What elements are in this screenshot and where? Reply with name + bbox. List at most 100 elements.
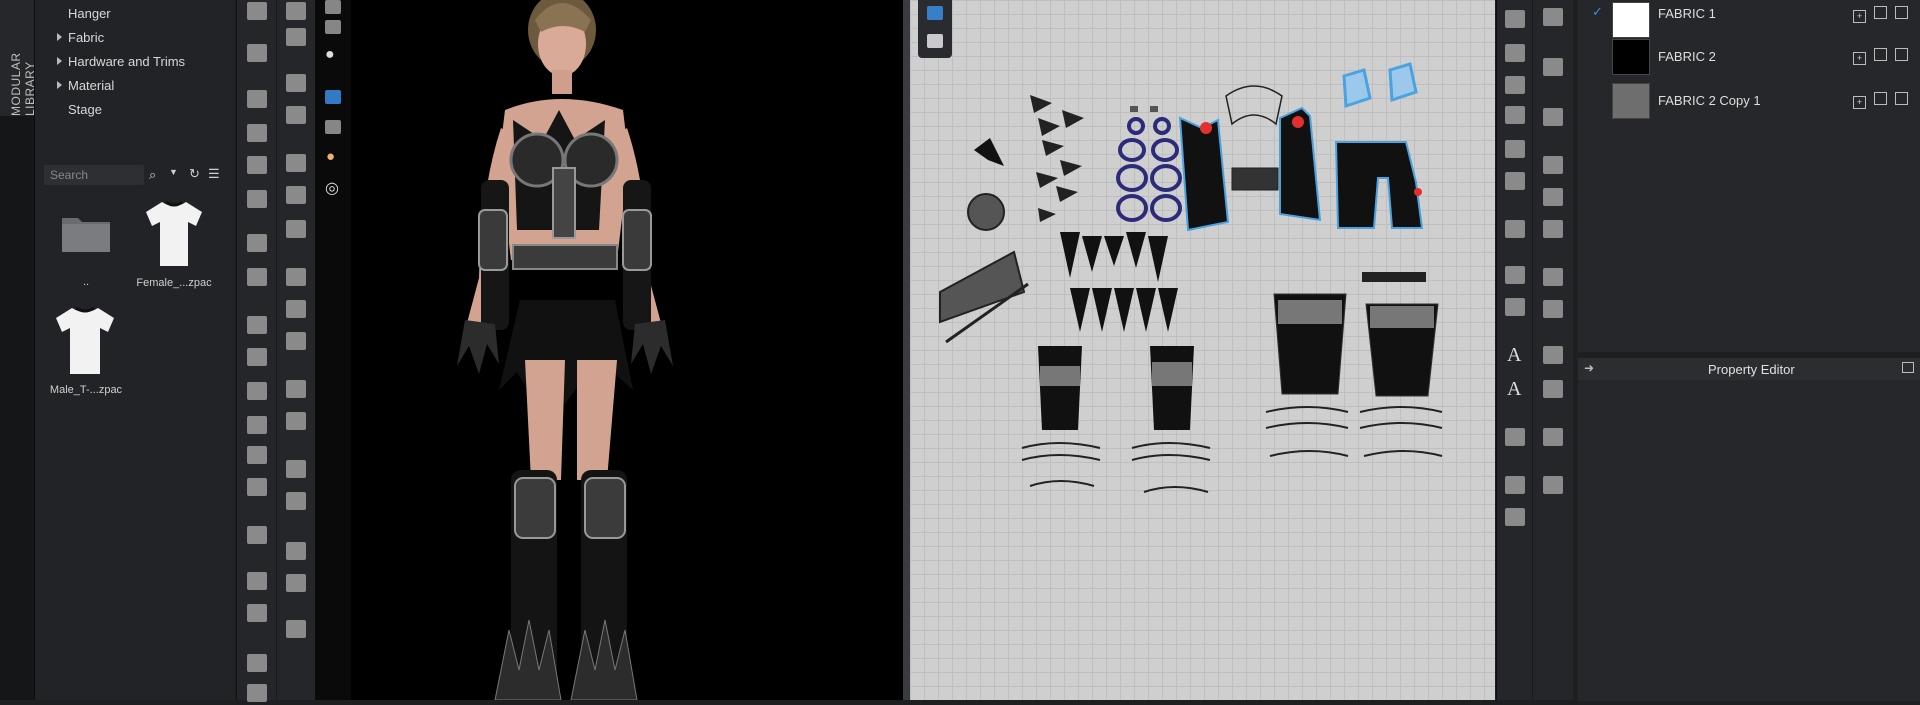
tool-icon[interactable] [286, 220, 306, 238]
tool-icon[interactable] [1505, 266, 1525, 284]
tool-icon[interactable] [286, 28, 306, 46]
tool-icon[interactable] [247, 416, 267, 434]
tool-icon[interactable] [247, 156, 267, 174]
expand-arrow-icon[interactable] [57, 57, 62, 65]
tshirt-thumbnail-female[interactable] [144, 198, 204, 270]
tool-icon[interactable] [247, 90, 267, 108]
tool-icon[interactable] [1505, 428, 1525, 446]
tool-icon[interactable] [1543, 156, 1563, 174]
tool-icon[interactable] [325, 120, 341, 134]
garment-icon[interactable] [927, 34, 943, 48]
fabric-row[interactable]: ✓ FABRIC 1 + [1578, 0, 1920, 40]
tool-icon[interactable] [1505, 10, 1525, 28]
tool-icon[interactable] [286, 412, 306, 430]
fabric-row[interactable]: FABRIC 2 + [1578, 37, 1920, 77]
search-icon[interactable]: ⌕ [149, 167, 156, 183]
tshirt-thumbnail-male[interactable] [54, 304, 116, 378]
tree-item-hardware-and-trims[interactable]: Hardware and Trims [57, 54, 185, 69]
tool-icon[interactable] [1543, 300, 1563, 318]
tool-icon[interactable] [1505, 298, 1525, 316]
tool-icon[interactable] [1543, 476, 1563, 494]
viewport-3d[interactable] [315, 0, 903, 701]
undock-icon[interactable] [1902, 362, 1914, 373]
tool-icon[interactable] [286, 380, 306, 398]
assign-icon[interactable] [1874, 92, 1887, 105]
fabric-swatch[interactable] [1612, 2, 1650, 38]
tool-icon[interactable] [247, 2, 267, 20]
tool-icon[interactable] [286, 300, 306, 318]
tool-icon[interactable] [286, 332, 306, 350]
copy-icon[interactable] [1895, 6, 1908, 19]
tool-icon[interactable] [247, 478, 267, 496]
render-icon[interactable] [325, 90, 341, 104]
copy-icon[interactable] [1895, 48, 1908, 61]
tree-item-stage[interactable]: Stage [68, 102, 102, 117]
tool-icon[interactable] [286, 268, 306, 286]
tool-icon[interactable] [247, 44, 267, 62]
tool-icon[interactable] [286, 2, 306, 20]
assign-icon[interactable] [1874, 48, 1887, 61]
tool-icon[interactable] [247, 124, 267, 142]
tool-icon[interactable] [286, 542, 306, 560]
refresh-icon[interactable]: ↻ [189, 166, 200, 182]
text-tool-icon[interactable]: A [1507, 344, 1521, 367]
tool-icon[interactable] [1505, 508, 1525, 526]
tool-icon[interactable] [247, 190, 267, 208]
fabric-row[interactable]: FABRIC 2 Copy 1 + [1578, 81, 1920, 121]
expand-arrow-icon[interactable] [57, 33, 62, 41]
tool-icon[interactable] [247, 446, 267, 464]
tool-icon[interactable] [1505, 220, 1525, 238]
tool-icon[interactable] [286, 620, 306, 638]
arrow-right-icon[interactable]: ➜ [1584, 361, 1594, 375]
tool-icon[interactable] [325, 0, 341, 14]
check-icon[interactable]: ✓ [1592, 4, 1603, 20]
tool-icon[interactable] [286, 460, 306, 478]
tool-icon[interactable] [1543, 428, 1563, 446]
expand-arrow-icon[interactable] [57, 81, 62, 89]
tool-icon[interactable] [247, 604, 267, 622]
modular-library-tab[interactable]: MODULAR LIBRARY [0, 0, 37, 116]
globe-icon[interactable]: ◎ [325, 178, 339, 198]
tool-icon[interactable] [1543, 108, 1563, 126]
text-edit-tool-icon[interactable]: A [1507, 378, 1521, 401]
tool-icon[interactable] [286, 574, 306, 592]
folder-icon[interactable] [60, 212, 112, 254]
add-icon[interactable]: + [1853, 10, 1866, 23]
tool-icon[interactable] [1543, 380, 1563, 398]
tool-icon[interactable] [1543, 220, 1563, 238]
tool-icon[interactable] [1505, 172, 1525, 190]
tool-icon[interactable] [1543, 8, 1563, 26]
tool-icon[interactable] [247, 234, 267, 252]
dropdown-arrow-icon[interactable]: ▼ [169, 167, 178, 177]
list-view-icon[interactable]: ☰ [208, 166, 220, 182]
tool-icon[interactable] [1505, 76, 1525, 94]
tool-icon[interactable] [1543, 58, 1563, 76]
tool-icon[interactable] [247, 684, 267, 702]
assign-icon[interactable] [1874, 6, 1887, 19]
tool-icon[interactable] [247, 268, 267, 286]
tool-icon[interactable] [247, 654, 267, 672]
tool-icon[interactable] [247, 382, 267, 400]
tree-item-hanger[interactable]: Hanger [68, 6, 111, 21]
add-icon[interactable]: + [1853, 52, 1866, 65]
tool-icon[interactable] [1543, 346, 1563, 364]
add-icon[interactable]: + [1853, 96, 1866, 109]
tool-icon[interactable] [286, 106, 306, 124]
copy-icon[interactable] [1895, 92, 1908, 105]
viewport-divider[interactable] [903, 0, 910, 700]
tool-icon[interactable] [247, 526, 267, 544]
tool-icon[interactable] [325, 20, 341, 34]
library-search-input[interactable]: Search [44, 165, 144, 185]
tool-icon[interactable] [247, 348, 267, 366]
tool-icon[interactable] [1505, 476, 1525, 494]
avatar-icon[interactable]: ● [325, 46, 335, 64]
tool-icon[interactable] [1543, 268, 1563, 286]
light-icon[interactable]: ● [326, 148, 335, 165]
tool-icon[interactable] [247, 572, 267, 590]
tree-item-material[interactable]: Material [57, 78, 114, 93]
tool-icon[interactable] [286, 74, 306, 92]
fabric-swatch[interactable] [1612, 83, 1650, 119]
tool-icon[interactable] [286, 492, 306, 510]
tool-icon[interactable] [247, 316, 267, 334]
tool-icon[interactable] [286, 154, 306, 172]
